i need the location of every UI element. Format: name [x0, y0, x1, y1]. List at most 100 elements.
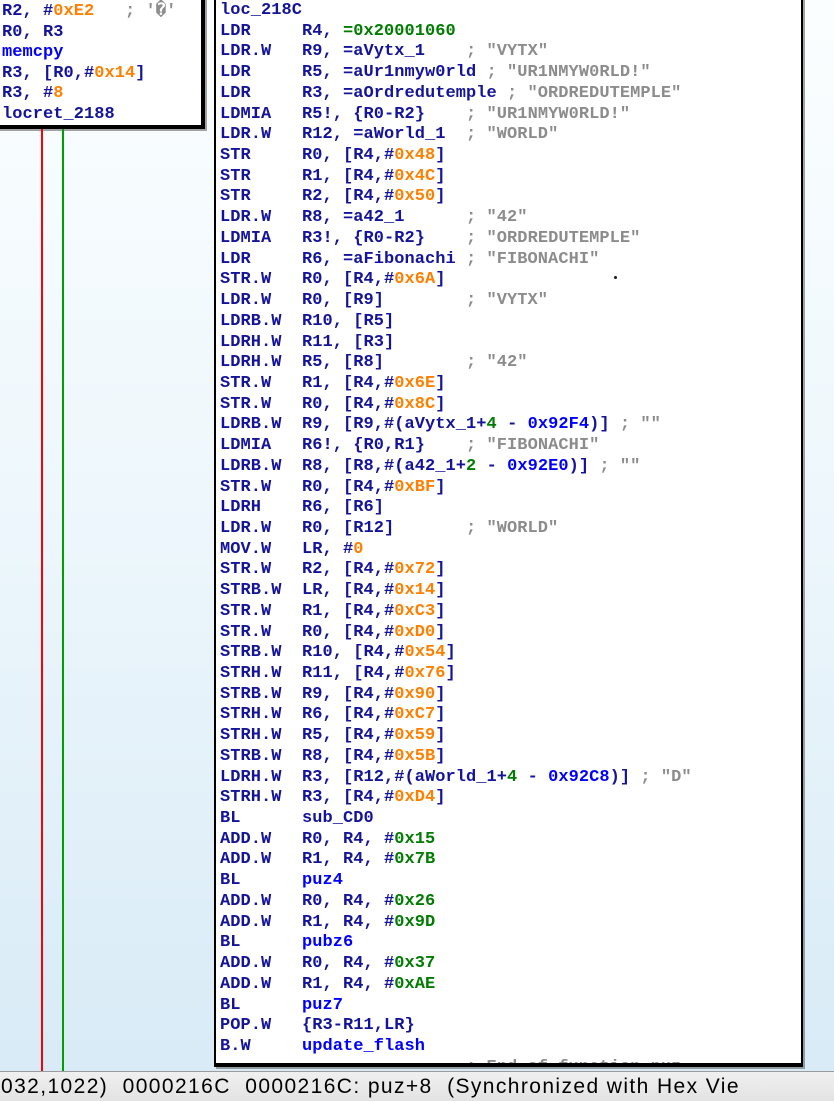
asm-line[interactable]: LDRH.W R11, [R3]: [220, 333, 801, 354]
asm-token-n: R0, R3: [2, 23, 64, 42]
asm-line[interactable]: LDMIA R5!, {R0-R2} ; "UR1NMYW0RLD!": [220, 105, 801, 126]
asm-line[interactable]: STR.W R1, [R4,#0x6E]: [220, 374, 801, 395]
asm-line[interactable]: R3, #8: [2, 84, 201, 105]
asm-line[interactable]: LDMIA R6!, {R0,R1} ; "FIBONACHI": [220, 436, 801, 457]
asm-line[interactable]: LDR.W R12, =aWorld_1 ; "WORLD": [220, 125, 801, 146]
asm-line[interactable]: STR.W R0, [R4,#0xBF]: [220, 478, 801, 499]
asm-token-n: ]: [435, 146, 445, 165]
asm-line[interactable]: STRH.W R3, [R4,#0xD4]: [220, 788, 801, 809]
asm-token-n: ADD.W R0, R4, #: [220, 892, 394, 911]
asm-line[interactable]: BL sub_CD0: [220, 809, 801, 830]
asm-line[interactable]: locret_2188: [2, 105, 201, 126]
asm-token-c: ; "42": [384, 353, 528, 372]
asm-token-n: LDR.W R0, [R9]: [220, 291, 384, 310]
asm-line[interactable]: STR.W R0, [R4,#0x6A]: [220, 270, 801, 291]
asm-line[interactable]: R3, [R0,#0x14]: [2, 64, 201, 85]
asm-token-b: memcpy: [2, 43, 64, 62]
asm-line[interactable]: LDR.W R8, =a42_1 ; "42": [220, 208, 801, 229]
asm-line[interactable]: LDRB.W R10, [R5]: [220, 312, 801, 333]
asm-line[interactable]: BL pubz6: [220, 933, 801, 954]
asm-line[interactable]: LDR.W R9, =aVytx_1 ; "VYTX": [220, 42, 801, 63]
asm-line[interactable]: STR.W R2, [R4,#0x72]: [220, 560, 801, 581]
asm-token-n: ]: [435, 705, 445, 724]
asm-token-n: STRH.W R5, [R4,#: [220, 726, 394, 745]
asm-token-n: LDMIA R3!, {R0-R2}: [220, 229, 425, 248]
asm-line[interactable]: STRB.W R8, [R4,#0x5B]: [220, 747, 801, 768]
asm-line[interactable]: STRB.W LR, [R4,#0x14]: [220, 581, 801, 602]
asm-token-n: STR.W R1, [R4,#: [220, 374, 394, 393]
asm-token-c: ;: [94, 2, 145, 21]
asm-line[interactable]: memcpy: [2, 43, 201, 64]
asm-token-n: -: [517, 768, 548, 787]
asm-token-n: LDRH R6, [R6]: [220, 498, 384, 517]
asm-token-o: 0xBF: [394, 478, 435, 497]
asm-token-n: locret_2188: [2, 105, 115, 124]
asm-line[interactable]: STRB.W R9, [R4,#0x90]: [220, 685, 801, 706]
asm-token-c: ; "FIBONACHI": [425, 436, 599, 455]
asm-line[interactable]: STR.W R0, [R4,#0xD0]: [220, 623, 801, 644]
asm-line[interactable]: LDRH.W R5, [R8] ; "42": [220, 353, 801, 374]
status-bar-text: 032,1022) 0000216C 0000216C: puz+8 (Sync…: [1, 1075, 740, 1099]
asm-line[interactable]: ADD.W R0, R4, #0x37: [220, 954, 801, 975]
asm-line[interactable]: ADD.W R1, R4, #0xAE: [220, 975, 801, 996]
asm-line[interactable]: STR R2, [R4,#0x50]: [220, 187, 801, 208]
asm-token-b: pubz6: [302, 933, 353, 952]
asm-token-b: 0x92E0: [507, 457, 569, 476]
screen-dot-artifact: [614, 276, 617, 279]
asm-line[interactable]: loc_218C: [220, 1, 801, 22]
asm-line[interactable]: LDRB.W R9, [R9,#(aVytx_1+4 - 0x92F4)] ; …: [220, 415, 801, 436]
asm-line[interactable]: LDRH R6, [R6]: [220, 498, 801, 519]
asm-token-c: '�': [146, 2, 177, 21]
asm-line[interactable]: LDMIA R3!, {R0-R2} ; "ORDREDUTEMPLE": [220, 229, 801, 250]
asm-line[interactable]: LDR R5, =aUr1nmyw0rld ; "UR1NMYW0RLD!": [220, 63, 801, 84]
graph-node-loc-218C[interactable]: loc_218CLDR R4, =0x20001060LDR.W R9, =aV…: [214, 0, 803, 1067]
asm-line[interactable]: STR.W R0, [R4,#0x8C]: [220, 395, 801, 416]
asm-token-n: LDRB.W R10, [R5]: [220, 312, 394, 331]
asm-token-n: -: [497, 415, 528, 434]
asm-token-n: STR.W R0, [R4,#: [220, 270, 394, 289]
asm-token-n: LDR.W R9, =aVytx_1: [220, 42, 425, 61]
asm-token-o: 0x72: [394, 560, 435, 579]
asm-line[interactable]: LDR.W R0, [R12] ; "WORLD": [220, 519, 801, 540]
asm-token-n: )]: [610, 768, 631, 787]
asm-token-n: LDR.W R8, =a42_1: [220, 208, 405, 227]
asm-line[interactable]: LDRB.W R8, [R8,#(a42_1+2 - 0x92E0)] ; "": [220, 457, 801, 478]
asm-token-o: 0xD0: [394, 623, 435, 642]
asm-line[interactable]: LDR R4, =0x20001060: [220, 22, 801, 43]
asm-token-n: ]: [435, 374, 445, 393]
asm-line[interactable]: LDRH.W R3, [R12,#(aWorld_1+4 - 0x92C8)] …: [220, 768, 801, 789]
asm-line[interactable]: STRH.W R11, [R4,#0x76]: [220, 664, 801, 685]
asm-line[interactable]: LDR R6, =aFibonachi ; "FIBONACHI": [220, 250, 801, 271]
asm-token-n: LDR R4,: [220, 22, 343, 41]
asm-line[interactable]: ; End of function puz: [220, 1058, 801, 1067]
asm-line[interactable]: STR.W R1, [R4,#0xC3]: [220, 602, 801, 623]
asm-token-n: LDR R5, =aUr1nmyw0rld: [220, 63, 476, 82]
asm-line[interactable]: STRB.W R10, [R4,#0x54]: [220, 643, 801, 664]
asm-line[interactable]: STRH.W R6, [R4,#0xC7]: [220, 705, 801, 726]
asm-line[interactable]: R2, #0xE2 ; '�': [2, 2, 201, 23]
asm-line[interactable]: STRH.W R5, [R4,#0x59]: [220, 726, 801, 747]
asm-token-g: 4: [507, 768, 517, 787]
status-bar: 032,1022) 0000216C 0000216C: puz+8 (Sync…: [0, 1071, 834, 1101]
graph-node-left[interactable]: R2, #0xE2 ; '�'R0, R3memcpy R3, [R0,#0x14…: [0, 0, 205, 129]
asm-line[interactable]: LDR.W R0, [R9] ; "VYTX": [220, 291, 801, 312]
asm-token-n: STR.W R0, [R4,#: [220, 395, 394, 414]
asm-line[interactable]: B.W update_flash: [220, 1037, 801, 1058]
asm-line[interactable]: ADD.W R0, R4, #0x15: [220, 830, 801, 851]
asm-line[interactable]: STR R0, [R4,#0x48]: [220, 146, 801, 167]
asm-line[interactable]: ADD.W R0, R4, #0x26: [220, 892, 801, 913]
asm-line[interactable]: MOV.W LR, #0: [220, 540, 801, 561]
asm-line[interactable]: BL puz7: [220, 996, 801, 1017]
asm-token-n: ]: [435, 747, 445, 766]
asm-line[interactable]: LDR R3, =aOrdredutemple ; "ORDREDUTEMPLE…: [220, 84, 801, 105]
asm-line[interactable]: POP.W {R3-R11,LR}: [220, 1016, 801, 1037]
asm-token-n: ]: [435, 187, 445, 206]
asm-token-n: -: [476, 457, 507, 476]
asm-line[interactable]: ADD.W R1, R4, #0x7B: [220, 850, 801, 871]
asm-token-g: 0x7B: [394, 850, 435, 869]
asm-token-n: LDRH.W R5, [R8]: [220, 353, 384, 372]
asm-line[interactable]: ADD.W R1, R4, #0x9D: [220, 913, 801, 934]
asm-line[interactable]: STR R1, [R4,#0x4C]: [220, 167, 801, 188]
asm-line[interactable]: R0, R3: [2, 23, 201, 44]
asm-line[interactable]: BL puz4: [220, 871, 801, 892]
